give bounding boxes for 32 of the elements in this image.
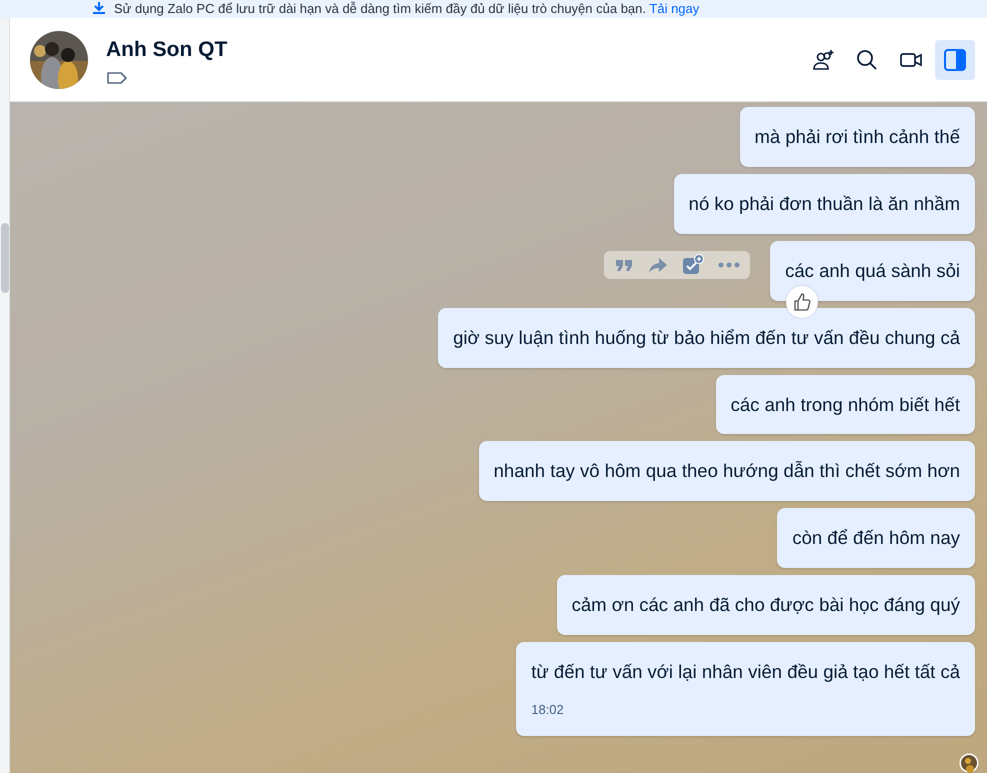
message-bubble[interactable]: nó ko phải đơn thuần là ăn nhầm [674,174,975,234]
search-icon [855,48,879,72]
side-panel-icon [943,48,967,72]
thumbs-up-icon [792,292,812,312]
message-text: cảm ơn các anh đã cho được bài học đáng quý [572,593,960,618]
side-panel-button[interactable] [935,40,975,80]
message-text: nhanh tay vô hôm qua theo hướng dẫn thì chết sớm hơn [494,459,960,484]
select-icon[interactable] [682,254,704,276]
message-bubble[interactable]: giờ suy luận tình huống từ bảo hiểm đến tư vấn đều chung cả [438,308,975,368]
message-bubble[interactable]: mà phải rơi tình cảnh thế [740,107,975,167]
tag-icon[interactable] [106,71,128,86]
message-bubble[interactable]: các anh quá sành sỏi [770,240,975,301]
message-bubble[interactable]: các anh trong nhóm biết hết [716,374,975,434]
message-bubble[interactable]: từ đến tư vấn với lại nhân viên đều giả tạo hết tất cả 18:02 [516,642,975,736]
banner-text: Sử dụng Zalo PC để lưu trữ dài hạn và dễ dàng tìm kiếm đầy đủ dữ liệu trò chuyện của bạn. [114,1,646,16]
message-text: còn để đến hôm nay [792,526,960,550]
message-text: nó ko phải đơn thuần là ăn nhầm [688,192,960,216]
contact-name: Anh Son QT [106,36,228,63]
download-link[interactable]: Tải ngay [649,1,700,16]
add-member-icon [811,48,835,72]
download-icon [92,1,106,15]
message-text: các anh quá sành sỏi [785,258,960,283]
message-text: từ đến tư vấn với lại nhân viên đều giả tạo hết tất cả [531,660,960,684]
seen-avatar [959,753,979,773]
scrollbar-thumb[interactable] [1,223,9,293]
message-text: giờ suy luận tình huống từ bảo hiểm đến tư vấn đều chung cả [453,326,960,350]
message-bubble[interactable]: nhanh tay vô hôm qua theo hướng dẫn thì chết sớm hơn [478,441,975,502]
message-text: các anh trong nhóm biết hết [730,392,960,417]
message-bubble[interactable]: cảm ơn các anh đã cho được bài học đáng quý [556,575,975,636]
message-bubble[interactable]: còn để đến hôm nay [777,508,975,568]
message-time: 18:02 [531,701,565,720]
message-text: mà phải rơi tình cảnh thế [754,125,960,149]
